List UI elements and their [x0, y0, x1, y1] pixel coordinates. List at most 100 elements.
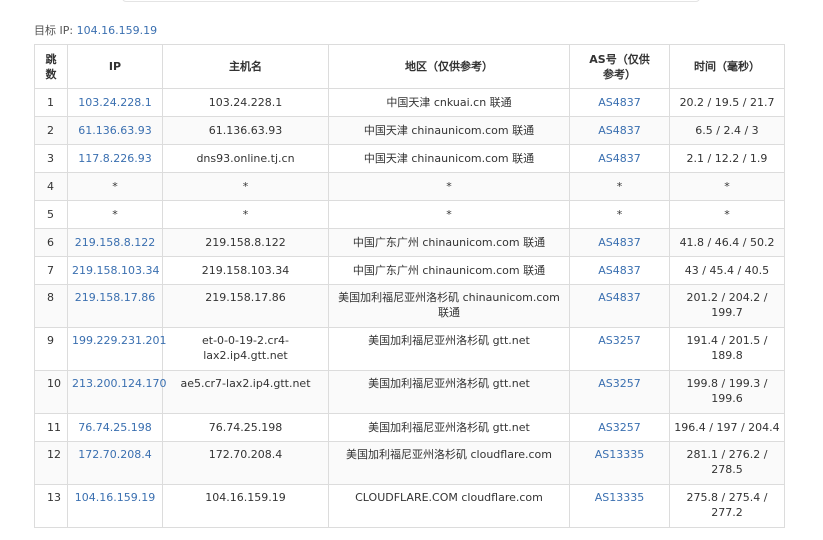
ip-column-cell: * [67, 172, 163, 201]
header-hop: 跳数 [34, 44, 68, 89]
hop-column-cell: 2 [34, 116, 68, 145]
as-column-cell: AS3257 [569, 370, 670, 414]
as-link[interactable]: AS4837 [598, 124, 641, 137]
ip-column-cell: 76.74.25.198 [67, 413, 163, 442]
host-column-cell: 219.158.8.122 [162, 228, 329, 257]
as-link[interactable]: AS4837 [598, 152, 641, 165]
region-cell: * [446, 180, 452, 193]
region-column-cell: 美国加利福尼亚州洛杉矶 gtt.net [328, 413, 570, 442]
ip-link[interactable]: 103.24.228.1 [78, 96, 151, 109]
table-header-row: 跳数 IP 主机名 地区（仅供参考） AS号（仅供参考） 时间（毫秒） [34, 44, 785, 89]
search-box-edge [122, 0, 700, 2]
region-cell: 美国加利福尼亚州洛杉矶 gtt.net [368, 334, 530, 347]
table-row: 10 213.200.124.170 ae5.cr7-lax2.ip4.gtt.ne… [34, 370, 785, 414]
ip-column-cell: 219.158.103.34 [67, 256, 163, 285]
as-column-cell: AS4837 [569, 144, 670, 173]
ip-column-cell: 117.8.226.93 [67, 144, 163, 173]
as-link[interactable]: AS4837 [598, 236, 641, 249]
hop-column-cell: 7 [34, 256, 68, 285]
as-link[interactable]: AS13335 [595, 491, 645, 504]
header-as: AS号（仅供参考） [569, 44, 670, 89]
ip-column-cell: 172.70.208.4 [67, 441, 163, 485]
ip-link: * [112, 180, 118, 193]
region-cell: 中国广东广州 chinaunicom.com 联通 [352, 264, 546, 277]
hop-cell: 12 [47, 448, 61, 461]
hop-column-cell: 8 [34, 284, 68, 328]
time-column-cell: 191.4 / 201.5 / 189.8 [669, 327, 785, 371]
hostname-cell: 219.158.8.122 [205, 236, 286, 249]
host-column-cell: 104.16.159.19 [162, 484, 329, 528]
as-link[interactable]: AS3257 [598, 334, 641, 347]
time-column-cell: 201.2 / 204.2 / 199.7 [669, 284, 785, 328]
region-column-cell: 美国加利福尼亚州洛杉矶 gtt.net [328, 327, 570, 371]
region-column-cell: * [328, 172, 570, 201]
hop-column-cell: 1 [34, 88, 68, 117]
time-column-cell: 2.1 / 12.2 / 1.9 [669, 144, 785, 173]
hop-column-cell: 5 [34, 200, 68, 229]
table-body: 1 103.24.228.1 103.24.228.1 中国天津 cnkuai.cn … [34, 88, 785, 528]
table-row: 6 219.158.8.122 219.158.8.122 中国广东广州 chinau… [34, 228, 785, 257]
as-link[interactable]: AS13335 [595, 448, 645, 461]
hostname-cell: 104.16.159.19 [205, 491, 286, 504]
ip-link[interactable]: 76.74.25.198 [78, 421, 151, 434]
hop-column-cell: 4 [34, 172, 68, 201]
hop-cell: 13 [47, 491, 61, 504]
hop-column-cell: 11 [34, 413, 68, 442]
time-column-cell: 275.8 / 275.4 / 277.2 [669, 484, 785, 528]
hop-cell: 7 [47, 264, 54, 277]
hop-column-cell: 10 [34, 370, 68, 414]
time-column-cell: 43 / 45.4 / 40.5 [669, 256, 785, 285]
time-cell: 196.4 / 197 / 204.4 [674, 421, 780, 434]
time-column-cell: 6.5 / 2.4 / 3 [669, 116, 785, 145]
header-ip: IP [67, 44, 163, 89]
target-ip-label: 目标 IP: [34, 24, 74, 37]
ip-column-cell: 199.229.231.201 [67, 327, 166, 371]
region-cell: 中国天津 cnkuai.cn 联通 [386, 96, 512, 109]
ip-link[interactable]: 104.16.159.19 [75, 491, 155, 504]
hop-cell: 4 [47, 180, 54, 193]
table-row: 9 199.229.231.201 et-0-0-19-2.cr4-lax2.ip4… [34, 327, 785, 371]
as-link[interactable]: AS3257 [598, 421, 641, 434]
ip-link[interactable]: 117.8.226.93 [78, 152, 151, 165]
time-column-cell: 281.1 / 276.2 / 278.5 [669, 441, 785, 485]
hostname-cell: * [242, 180, 249, 193]
hop-cell: 1 [47, 96, 54, 109]
time-cell: 2.1 / 12.2 / 1.9 [686, 152, 768, 165]
host-column-cell: 172.70.208.4 [162, 441, 329, 485]
hop-cell: 5 [47, 208, 54, 221]
region-column-cell: 美国加利福尼亚州洛杉矶 gtt.net [328, 370, 570, 414]
hop-column-cell: 6 [34, 228, 68, 257]
ip-link[interactable]: 219.158.103.34 [72, 264, 159, 277]
time-cell: 201.2 / 204.2 / 199.7 [686, 291, 768, 319]
host-column-cell: 76.74.25.198 [162, 413, 329, 442]
time-cell: 43 / 45.4 / 40.5 [684, 264, 770, 277]
ip-link[interactable]: 219.158.8.122 [75, 236, 155, 249]
host-column-cell: * [162, 172, 329, 201]
host-column-cell: ae5.cr7-lax2.ip4.gtt.net [162, 370, 329, 414]
ip-link[interactable]: 219.158.17.86 [75, 291, 155, 304]
header-host: 主机名 [162, 44, 329, 89]
host-column-cell: 219.158.17.86 [162, 284, 329, 328]
as-column-cell: AS4837 [569, 228, 670, 257]
time-cell: 199.8 / 199.3 / 199.6 [686, 377, 768, 405]
hostname-cell: 76.74.25.198 [208, 421, 283, 434]
ip-link[interactable]: 213.200.124.170 [72, 377, 166, 390]
hostname-cell: ae5.cr7-lax2.ip4.gtt.net [180, 377, 311, 390]
hostname-cell: 61.136.63.93 [208, 124, 283, 137]
table-row: 13 104.16.159.19 104.16.159.19 CLOUDFLARE.C… [34, 484, 785, 528]
ip-column-cell: 103.24.228.1 [67, 88, 163, 117]
hostname-cell: dns93.online.tj.cn [196, 152, 295, 165]
as-link[interactable]: AS3257 [598, 377, 641, 390]
header-region: 地区（仅供参考） [328, 44, 570, 89]
as-link[interactable]: AS4837 [598, 291, 641, 304]
as-link[interactable]: AS4837 [598, 96, 641, 109]
region-cell: 中国天津 chinaunicom.com 联通 [363, 124, 535, 137]
ip-link[interactable]: 61.136.63.93 [78, 124, 151, 137]
hop-column-cell: 3 [34, 144, 68, 173]
as-link[interactable]: AS4837 [598, 264, 641, 277]
as-column-cell: AS3257 [569, 327, 670, 371]
ip-link[interactable]: 172.70.208.4 [78, 448, 151, 461]
region-column-cell: * [328, 200, 570, 229]
ip-link[interactable]: 199.229.231.201 [72, 334, 166, 347]
region-column-cell: 中国天津 chinaunicom.com 联通 [328, 144, 570, 173]
